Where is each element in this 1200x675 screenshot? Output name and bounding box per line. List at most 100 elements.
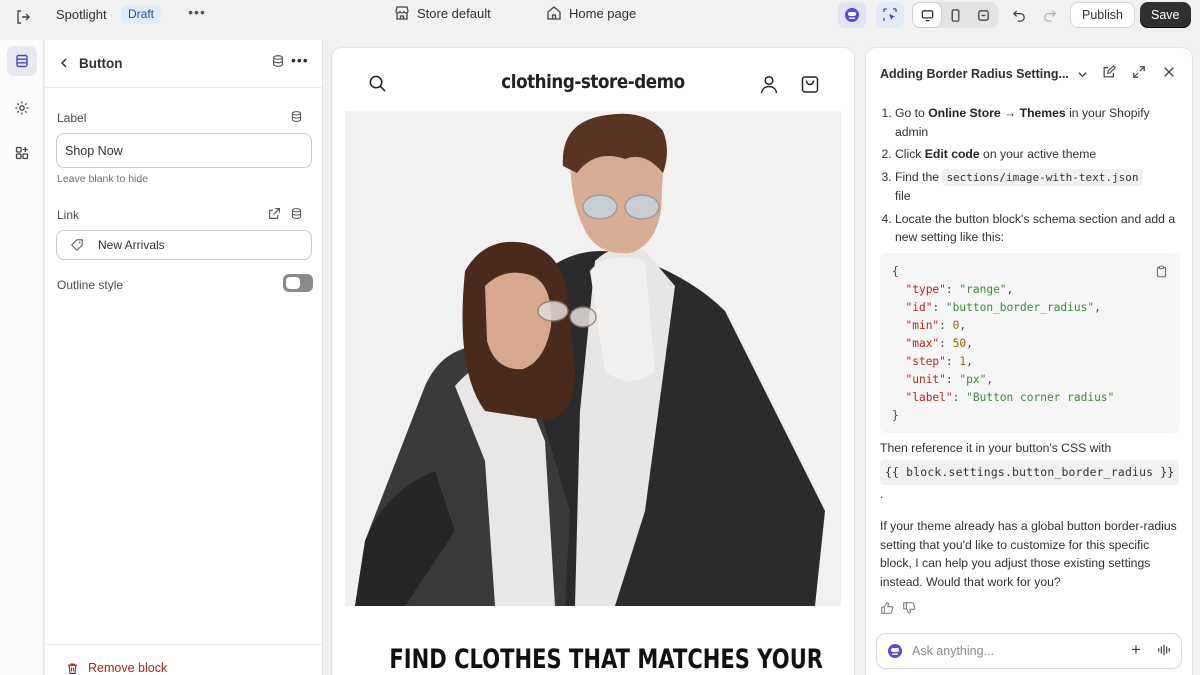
css-reference-text: Then reference it in your button's CSS w… [880, 439, 1184, 504]
instruction-steps: Go to Online Store → Themes in your Shop… [880, 104, 1184, 247]
chat-message: Go to Online Store → Themes in your Shop… [880, 104, 1184, 621]
theme-selector[interactable]: Store default [394, 5, 491, 21]
code-block: { "type": "range", "id": "button_border_… [880, 252, 1180, 433]
feedback-buttons [880, 601, 1184, 621]
open-link-button[interactable] [268, 207, 281, 223]
panel-footer: Remove block [45, 644, 323, 675]
apps-icon [15, 146, 29, 160]
database-icon [291, 208, 302, 219]
close-icon [1164, 67, 1174, 77]
cursor-select-icon [883, 8, 897, 21]
device-switcher [912, 2, 998, 28]
ai-chat-panel: Adding Border Radius Setting... Go to On… [866, 48, 1192, 675]
link-field-label: Link [57, 208, 80, 222]
store-logo[interactable]: clothing-store-demo [363, 71, 822, 93]
inline-code: {{ block.settings.button_border_radius }… [880, 460, 1180, 485]
undo-icon [1012, 9, 1025, 22]
label-input[interactable]: Shop Now [56, 133, 312, 168]
theme-settings-nav-button[interactable] [7, 93, 37, 123]
thumbs-up-icon[interactable] [880, 601, 894, 621]
save-button[interactable]: Save [1140, 2, 1191, 28]
followup-paragraph: If your theme already has a global butto… [880, 519, 1177, 589]
remove-block-label: Remove block [88, 661, 168, 675]
voice-input-icon[interactable] [1157, 643, 1171, 660]
link-picker[interactable]: New Arrivals [56, 230, 312, 260]
label-hint: Leave blank to hide [57, 173, 149, 185]
step-2: Click Edit code on your active theme [895, 145, 1184, 164]
gear-icon [15, 101, 29, 115]
store-icon [395, 6, 409, 20]
outline-style-label: Outline style [57, 278, 124, 292]
redo-icon [1043, 9, 1056, 22]
ai-avatar-icon [845, 8, 859, 22]
redo-button[interactable] [1035, 2, 1063, 28]
outline-style-toggle[interactable] [283, 274, 313, 292]
attach-button[interactable]: + [1131, 640, 1141, 660]
app-name: Spotlight [56, 7, 107, 22]
inline-code: sections/image-with-text.json [942, 168, 1143, 186]
trash-icon [68, 662, 77, 674]
expand-icon [1133, 66, 1145, 78]
chat-input[interactable]: Ask anything... + [876, 633, 1182, 669]
block-settings-panel: Button ••• Label Shop Now Leave blank to… [45, 40, 323, 675]
label-input-value: Shop Now [65, 143, 123, 158]
compose-icon [1103, 65, 1116, 78]
account-icon[interactable] [759, 74, 779, 97]
chat-input-placeholder: Ask anything... [912, 644, 994, 658]
inspector-button[interactable] [876, 2, 904, 28]
page-selector-label: Home page [569, 5, 637, 21]
sections-nav-button[interactable] [7, 46, 37, 76]
panel-title: Button [79, 56, 123, 71]
expand-chat-button[interactable] [1132, 65, 1146, 82]
undo-button[interactable] [1005, 2, 1033, 28]
panel-more-button[interactable]: ••• [291, 52, 309, 68]
hero-image[interactable] [345, 111, 841, 606]
remove-block-button[interactable]: Remove block [66, 661, 167, 675]
publish-button[interactable]: Publish [1070, 2, 1135, 28]
ai-avatar-icon [887, 643, 903, 662]
chevron-down-icon [1078, 71, 1087, 77]
link-picker-value: New Arrivals [98, 238, 165, 252]
database-icon [291, 111, 302, 122]
app-embeds-nav-button[interactable] [7, 138, 37, 168]
copy-code-button[interactable] [1155, 265, 1168, 284]
tag-icon [70, 239, 83, 252]
ai-assistant-button[interactable] [838, 2, 866, 28]
mobile-icon [951, 8, 959, 22]
panel-header: Button ••• [45, 40, 322, 88]
desktop-view-button[interactable] [913, 3, 941, 27]
link-dynamic-source-button[interactable] [290, 207, 303, 223]
left-rail [0, 40, 44, 675]
cart-icon[interactable] [800, 74, 820, 97]
status-badge: Draft [121, 5, 162, 24]
more-options-button[interactable]: ••• [186, 4, 208, 24]
database-icon [273, 55, 283, 67]
hero-models-illustration [355, 113, 825, 606]
theme-selector-label: Store default [417, 5, 491, 21]
clipboard-icon [1156, 265, 1167, 277]
sections-icon [16, 54, 28, 68]
exit-icon[interactable] [12, 6, 34, 28]
label-dynamic-source-button[interactable] [290, 110, 303, 126]
new-chat-button[interactable] [1102, 65, 1116, 82]
top-bar: Spotlight Draft ••• Store default Home p… [0, 0, 1200, 40]
mobile-view-button[interactable] [941, 3, 969, 27]
dynamic-source-button[interactable] [271, 54, 285, 71]
step-1: Go to Online Store → Themes in your Shop… [895, 104, 1184, 141]
hero-headline: FIND CLOTHES THAT MATCHES YOUR [389, 644, 824, 675]
label-field-label: Label [57, 111, 87, 125]
page-selector[interactable]: Home page [546, 5, 636, 21]
home-icon [547, 6, 561, 20]
step-4: Locate the button block's schema section… [895, 210, 1184, 247]
chevron-left-icon [60, 58, 67, 68]
store-preview: clothing-store-demo FIND CLOTHES THAT MA… [332, 48, 854, 675]
chat-title-dropdown[interactable]: Adding Border Radius Setting... [880, 67, 1088, 81]
chat-title: Adding Border Radius Setting... [880, 67, 1069, 81]
close-chat-button[interactable] [1162, 65, 1176, 82]
step-3: Find the sections/image-with-text.json f… [895, 168, 1184, 206]
desktop-icon [921, 9, 933, 21]
external-link-icon [269, 208, 280, 219]
back-button[interactable] [55, 54, 73, 72]
thumbs-down-icon[interactable] [902, 601, 916, 621]
fullscreen-view-button[interactable] [969, 3, 997, 27]
